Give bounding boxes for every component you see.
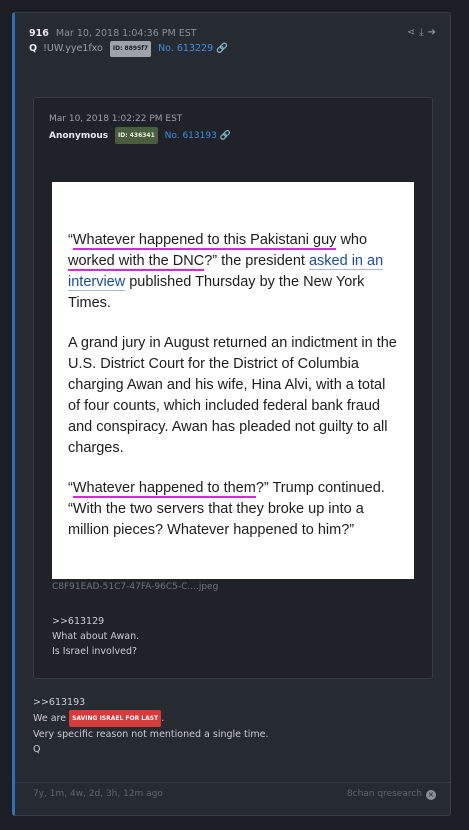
quoted-reply-link[interactable]: >>613129 (52, 614, 139, 629)
post-tripcode: !UW.yye1fxo (43, 43, 103, 54)
post-header: 916 Mar 10, 2018 1:04:36 PM EST Q !UW.yy… (29, 27, 228, 57)
quoted-line: What about Awan. (52, 631, 140, 642)
image-paragraph-1: “Whatever happened to this Pakistani guy… (68, 232, 384, 311)
download-icon[interactable]: ⤓ (419, 27, 427, 38)
quoted-post: Mar 10, 2018 1:02:22 PM EST Anonymous ID… (33, 97, 433, 679)
image-filename[interactable]: C8F91EAD-51C7-47FA-96C5-C....jpeg (52, 582, 218, 592)
footer-divider (15, 782, 450, 783)
post-number-link[interactable]: No. 613229 🔗 (158, 43, 228, 54)
post-id-badge: ID: 8895f7 (109, 41, 152, 57)
go-icon[interactable]: ➜ (428, 27, 440, 38)
body-line: Very specific reason not mentioned a sin… (33, 729, 269, 740)
signature: Q (33, 744, 41, 755)
link-icon: 🔗 (216, 43, 229, 54)
image-highlight-1: Whatever happened to this Pakistani guy (72, 232, 337, 250)
reply-link[interactable]: >>613193 (33, 695, 269, 710)
image-highlight-2: worked with the DNC (68, 253, 205, 271)
post-body: >>613193 We are SAVING ISRAEL FOR LAST. … (33, 695, 269, 757)
post-author: Q (29, 43, 38, 54)
quoted-image[interactable]: “Whatever happened to this Pakistani guy… (52, 182, 414, 579)
post-age: 7y, 1m, 4w, 2d, 3h, 12m ago (33, 789, 163, 799)
quoted-author: Anonymous (49, 131, 109, 141)
quoted-header: Mar 10, 2018 1:02:22 PM EST Anonymous ID… (49, 112, 231, 144)
body-line: We are SAVING ISRAEL FOR LAST. (33, 710, 269, 727)
quoted-body: >>613129 What about Awan. Is Israel invo… (52, 614, 139, 659)
highlight-badge: SAVING ISRAEL FOR LAST (69, 710, 162, 727)
quoted-id-badge: ID: 436341 (115, 127, 158, 144)
quoted-date: Mar 10, 2018 1:02:22 PM EST (49, 114, 183, 124)
quoted-line: Is Israel involved? (52, 646, 138, 657)
post-actions: ⋖⤓➜ (407, 27, 440, 38)
link-icon: 🔗 (219, 131, 231, 141)
image-paragraph-3: “Whatever happened to them?” Trump conti… (68, 480, 385, 538)
image-paragraph-2: A grand jury in August returned an indic… (68, 335, 397, 456)
image-highlight-3: Whatever happened to them (72, 480, 256, 498)
share-icon[interactable]: ⋖ (407, 27, 419, 38)
close-icon[interactable]: × (426, 790, 436, 800)
post-card: 916 Mar 10, 2018 1:04:36 PM EST Q !UW.yy… (12, 12, 451, 816)
post-date: Mar 10, 2018 1:04:36 PM EST (55, 28, 197, 39)
post-number: 916 (29, 28, 49, 39)
quoted-number-link[interactable]: No. 613193 🔗 (165, 131, 231, 141)
source-label: 8chan qresearch × (346, 789, 436, 800)
